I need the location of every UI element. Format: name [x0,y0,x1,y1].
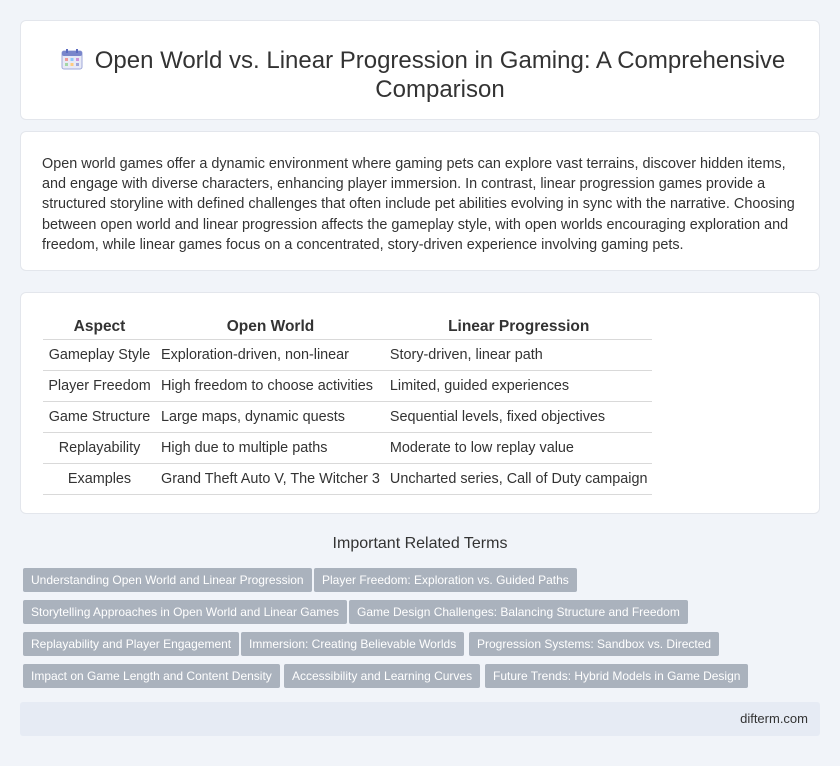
table-header-row: Aspect Open World Linear Progression [43,317,653,340]
table-cell: Game Structure [43,401,156,433]
intro-card: Open world games offer a dynamic environ… [20,131,820,271]
table-cell: Large maps, dynamic quests [156,401,385,433]
related-term-tag[interactable]: Impact on Game Length and Content Densit… [23,664,280,688]
footer-site-link[interactable]: difterm.com [740,711,808,726]
table-cell: Limited, guided experiences [384,370,653,402]
table-cell: Grand Theft Auto V, The Witcher 3 [156,463,385,495]
table-row: Game Structure Large maps, dynamic quest… [43,401,653,433]
related-term-tag[interactable]: Future Trends: Hybrid Models in Game Des… [485,664,749,688]
table-cell: Story-driven, linear path [384,339,653,371]
related-term-tag[interactable]: Player Freedom: Exploration vs. Guided P… [314,568,577,592]
table-cell: High freedom to choose activities [156,370,385,402]
column-header-open-world: Open World [156,317,385,340]
table-cell: Uncharted series, Call of Duty campaign [384,463,653,495]
table-cell: High due to multiple paths [156,432,385,464]
title-card: Open World vs. Linear Progression in Gam… [20,20,820,120]
table-row: Gameplay Style Exploration-driven, non-l… [43,339,653,371]
related-term-tag[interactable]: Accessibility and Learning Curves [284,664,481,688]
column-header-aspect: Aspect [43,317,156,340]
column-header-linear-progression: Linear Progression [384,317,653,340]
comparison-table: Aspect Open World Linear Progression Gam… [43,317,653,495]
related-terms-heading: Important Related Terms [332,535,508,552]
table-row: Player Freedom High freedom to choose ac… [43,370,653,402]
comparison-card: Aspect Open World Linear Progression Gam… [20,292,820,514]
related-term-tag[interactable]: Storytelling Approaches in Open World an… [23,600,347,624]
table-cell: Sequential levels, fixed objectives [384,401,653,433]
table-cell: Gameplay Style [43,339,156,371]
page-title: Open World vs. Linear Progression in Gam… [94,47,786,103]
table-cell: Exploration-driven, non-linear [156,339,385,371]
table-cell: Examples [43,463,156,495]
related-term-tag[interactable]: Understanding Open World and Linear Prog… [23,568,312,592]
table-cell: Player Freedom [43,370,156,402]
intro-paragraph: Open world games offer a dynamic environ… [42,156,795,253]
related-term-tag[interactable]: Progression Systems: Sandbox vs. Directe… [469,632,720,656]
table-cell: Moderate to low replay value [384,432,653,464]
table-row: Examples Grand Theft Auto V, The Witcher… [43,463,653,495]
table-row: Replayability High due to multiple paths… [43,432,653,464]
related-term-tag[interactable]: Immersion: Creating Believable Worlds [241,632,465,656]
table-cell: Replayability [43,432,156,464]
related-term-tag[interactable]: Replayability and Player Engagement [23,632,240,656]
footer: difterm.com [20,702,820,736]
related-term-tag[interactable]: Game Design Challenges: Balancing Struct… [349,600,688,624]
